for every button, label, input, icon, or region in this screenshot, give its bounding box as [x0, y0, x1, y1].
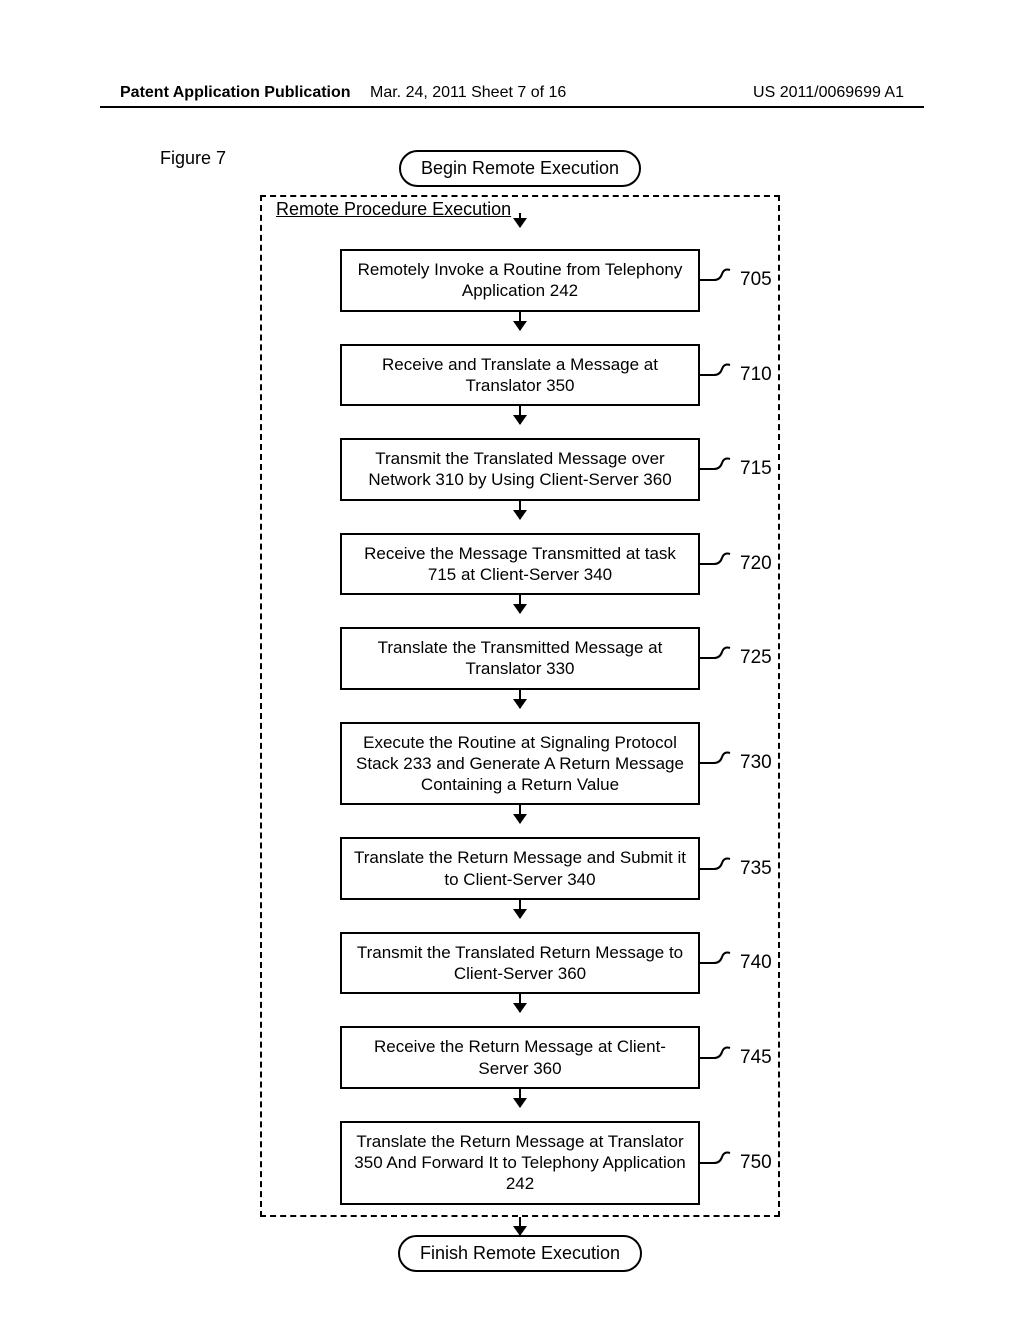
step-box: Translate the Transmitted Message at Tra… — [340, 627, 700, 690]
step-row: Receive and Translate a Message at Trans… — [278, 344, 762, 407]
step-box: Receive and Translate a Message at Trans… — [340, 344, 700, 407]
arrow-icon — [519, 900, 521, 918]
header-left: Patent Application Publication — [120, 84, 351, 101]
arrow-icon — [519, 595, 521, 613]
terminator-end-row: Finish Remote Execution — [260, 1235, 780, 1272]
step-row: Transmit the Translated Message over Net… — [278, 438, 762, 501]
step-box: Receive the Return Message at Client-Ser… — [340, 1026, 700, 1089]
ref-callout: 750 — [700, 1151, 772, 1175]
step-box: Transmit the Translated Return Message t… — [340, 932, 700, 995]
ref-callout: 730 — [700, 751, 772, 775]
ref-callout: 735 — [700, 857, 772, 881]
ref-callout: 745 — [700, 1046, 772, 1070]
arrow-icon — [519, 805, 521, 823]
step-box: Remotely Invoke a Routine from Telephony… — [340, 249, 700, 312]
flowchart: Begin Remote Execution Remote Procedure … — [260, 150, 780, 1272]
step-row: Translate the Return Message at Translat… — [278, 1121, 762, 1205]
ref-number: 750 — [740, 1152, 772, 1174]
step-row: Transmit the Translated Return Message t… — [278, 932, 762, 995]
ref-number: 745 — [740, 1047, 772, 1069]
ref-callout: 710 — [700, 363, 772, 387]
step-row: Remotely Invoke a Routine from Telephony… — [278, 249, 762, 312]
ref-number: 740 — [740, 952, 772, 974]
remote-procedure-group: Remote Procedure Execution Remotely Invo… — [260, 195, 780, 1217]
ref-callout: 725 — [700, 646, 772, 670]
ref-number: 720 — [740, 553, 772, 575]
ref-callout: 720 — [700, 552, 772, 576]
header-right: US 2011/0069699 A1 — [753, 84, 904, 102]
ref-number: 710 — [740, 364, 772, 386]
step-row: Receive the Message Transmitted at task … — [278, 533, 762, 596]
ref-number: 725 — [740, 647, 772, 669]
terminator-begin-row: Begin Remote Execution — [260, 150, 780, 187]
step-box: Receive the Message Transmitted at task … — [340, 533, 700, 596]
terminator-end: Finish Remote Execution — [398, 1235, 642, 1272]
step-box: Execute the Routine at Signaling Protoco… — [340, 722, 700, 806]
ref-number: 735 — [740, 858, 772, 880]
step-row: Receive the Return Message at Client-Ser… — [278, 1026, 762, 1089]
arrow-icon — [519, 994, 521, 1012]
step-row: Translate the Transmitted Message at Tra… — [278, 627, 762, 690]
group-title: Remote Procedure Execution — [272, 199, 515, 220]
step-row: Translate the Return Message and Submit … — [278, 837, 762, 900]
arrow-icon — [519, 312, 521, 330]
step-box: Translate the Return Message and Submit … — [340, 837, 700, 900]
ref-callout: 705 — [700, 268, 772, 292]
figure-label: Figure 7 — [160, 148, 226, 169]
arrow-icon — [519, 406, 521, 424]
arrow-icon — [519, 501, 521, 519]
ref-number: 715 — [740, 458, 772, 480]
ref-callout: 740 — [700, 951, 772, 975]
arrow-icon — [519, 213, 521, 227]
arrow-icon — [519, 690, 521, 708]
arrow-icon — [519, 1089, 521, 1107]
terminator-begin: Begin Remote Execution — [399, 150, 641, 187]
page-header: Patent Application Publication Mar. 24, … — [0, 84, 1024, 102]
step-box: Transmit the Translated Message over Net… — [340, 438, 700, 501]
header-rule — [100, 106, 924, 108]
ref-callout: 715 — [700, 457, 772, 481]
step-box: Translate the Return Message at Translat… — [340, 1121, 700, 1205]
ref-number: 705 — [740, 269, 772, 291]
header-mid: Mar. 24, 2011 Sheet 7 of 16 — [370, 84, 566, 102]
arrow-icon — [519, 1217, 521, 1235]
ref-number: 730 — [740, 752, 772, 774]
step-row: Execute the Routine at Signaling Protoco… — [278, 722, 762, 806]
